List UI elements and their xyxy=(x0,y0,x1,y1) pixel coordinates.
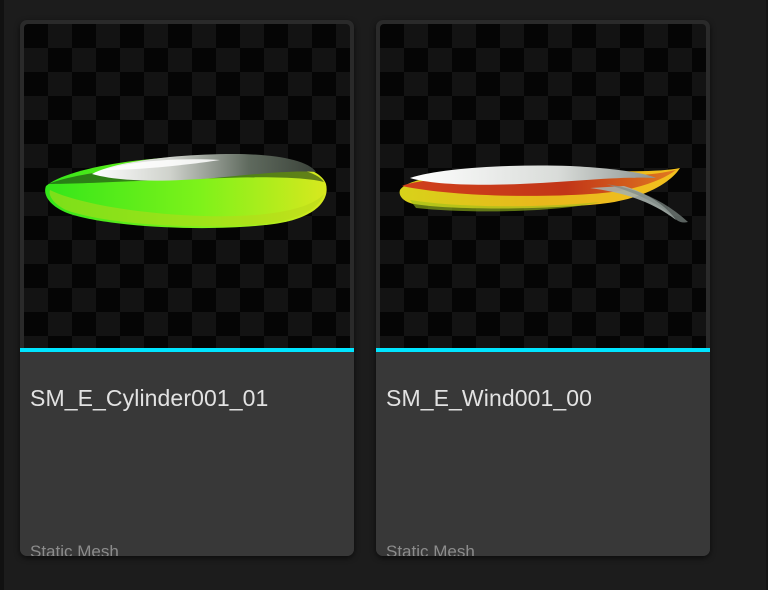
asset-name-label: SM_E_Cylinder001_01 xyxy=(30,385,269,411)
asset-tile-sm-e-wind001-00[interactable]: SM_E_Wind001_00 Static Mesh xyxy=(376,20,710,556)
asset-name-label: SM_E_Wind001_00 xyxy=(386,385,593,411)
green-disc-mesh-preview-icon xyxy=(45,154,327,229)
content-browser-asset-grid: SM_E_Cylinder001_01 Static Mesh SM_E_Win… xyxy=(0,0,768,590)
wind-streak-mesh-preview-icon xyxy=(399,165,688,223)
asset-type-label: Static Mesh xyxy=(386,542,475,556)
asset-info-area: SM_E_Cylinder001_01 Static Mesh xyxy=(20,352,354,556)
asset-thumbnail xyxy=(24,24,350,348)
asset-thumbnail xyxy=(380,24,706,348)
asset-tile-sm-e-cylinder001-01[interactable]: SM_E_Cylinder001_01 Static Mesh xyxy=(20,20,354,556)
asset-info-area: SM_E_Wind001_00 Static Mesh xyxy=(376,352,710,556)
asset-type-label: Static Mesh xyxy=(30,542,119,556)
panel-left-border xyxy=(0,0,4,590)
